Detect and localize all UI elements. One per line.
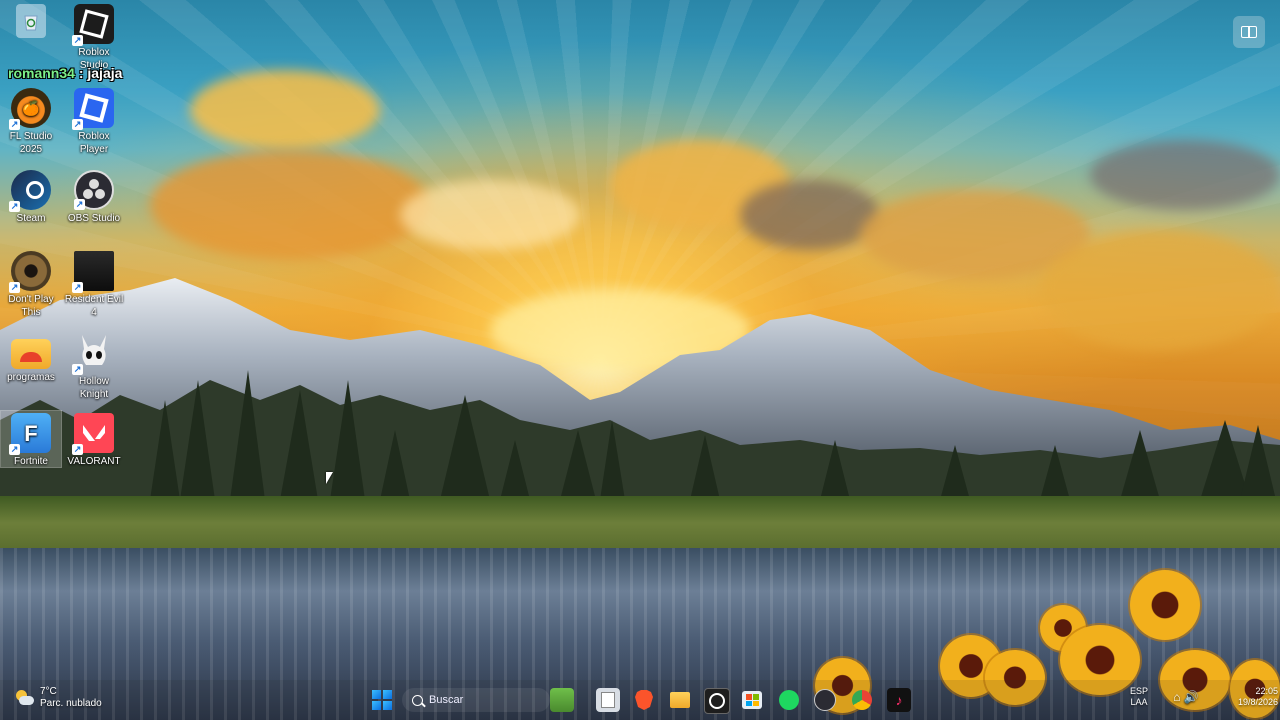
mountains bbox=[0, 278, 1280, 500]
desktop-icon-hollow-knight[interactable]: ↗ Hollow Knight bbox=[64, 331, 124, 401]
tiktok-icon[interactable]: ♪ bbox=[887, 688, 911, 712]
chat-message: jajaja bbox=[87, 65, 123, 81]
valorant-icon: ↗ bbox=[72, 413, 114, 455]
desktop-wallpaper bbox=[0, 0, 1280, 720]
chatgpt-icon[interactable] bbox=[704, 688, 730, 714]
start-button[interactable] bbox=[370, 688, 394, 712]
language-indicator[interactable]: ESP LAA bbox=[1130, 686, 1148, 708]
obs-studio-icon: ↗ bbox=[74, 170, 114, 210]
fl-studio-icon: 🍊 ↗ bbox=[9, 88, 51, 130]
desktop-icon-steam[interactable]: ↗ Steam bbox=[1, 168, 61, 225]
clock-date: 19/8/2026 bbox=[1237, 697, 1278, 707]
resident-evil-4-icon: ↗ bbox=[72, 251, 114, 293]
desktop-icon-valorant[interactable]: ↗ VALORANT bbox=[64, 411, 124, 468]
brave-icon[interactable] bbox=[632, 688, 656, 712]
roblox-player-icon: ↗ bbox=[72, 88, 114, 130]
shortcut-arrow-icon: ↗ bbox=[72, 444, 83, 455]
steam-icon: ↗ bbox=[9, 170, 51, 212]
clock-time: 22:05 bbox=[1255, 686, 1278, 696]
clock[interactable]: 22:05 19/8/2026 bbox=[1218, 686, 1278, 708]
minecraft-icon[interactable] bbox=[550, 688, 574, 712]
desktop-icon-roblox-player[interactable]: ↗ Roblox Player bbox=[64, 86, 124, 156]
weather-condition: Parc. nublado bbox=[40, 698, 102, 709]
stream-chat-overlay: romann34 : jajaja bbox=[8, 65, 122, 81]
shortcut-arrow-icon: ↗ bbox=[72, 119, 83, 130]
window-layout-icon bbox=[1241, 26, 1257, 38]
obs-icon[interactable] bbox=[813, 688, 837, 712]
desktop-icon-fortnite[interactable]: F ↗ Fortnite bbox=[0, 410, 62, 468]
file-explorer-icon[interactable] bbox=[596, 688, 620, 712]
desktop-corner-button[interactable] bbox=[1233, 16, 1265, 48]
network-volume-icons[interactable]: ⌂ 🔊 bbox=[1166, 691, 1206, 703]
start-icon bbox=[372, 690, 392, 710]
taskbar: 7°C Parc. nublado Buscar ♪ ESP LAA ⌂ 🔊 2… bbox=[0, 680, 1280, 720]
search-icon bbox=[412, 694, 423, 706]
spotify-icon[interactable] bbox=[777, 688, 801, 712]
shortcut-arrow-icon: ↗ bbox=[72, 364, 83, 375]
desktop-icon-fl-studio[interactable]: 🍊 ↗ FL Studio 2025 bbox=[1, 86, 61, 156]
desktop-icon-resident-evil-4[interactable]: ↗ Resident Evil 4 bbox=[64, 249, 124, 319]
folder-icon bbox=[11, 339, 51, 369]
desktop-icon-roblox-studio[interactable]: ↗ Roblox Studio bbox=[64, 2, 124, 72]
desktop-icon-dont-play-this[interactable]: ↗ Don't Play This bbox=[1, 249, 61, 319]
chat-separator: : bbox=[78, 65, 84, 81]
shortcut-arrow-icon: ↗ bbox=[9, 119, 20, 130]
desktop-icon-obs-studio[interactable]: ↗ OBS Studio bbox=[64, 168, 124, 225]
shortcut-arrow-icon: ↗ bbox=[72, 35, 83, 46]
search-placeholder: Buscar bbox=[429, 694, 464, 706]
weather-widget[interactable]: 7°C Parc. nublado bbox=[14, 686, 102, 710]
microsoft-store-icon[interactable] bbox=[740, 688, 764, 712]
dont-play-this-icon: ↗ bbox=[9, 251, 51, 293]
recycle-bin-icon bbox=[16, 4, 46, 38]
desktop-icon-programas[interactable]: programas bbox=[1, 331, 61, 384]
roblox-studio-icon: ↗ bbox=[72, 4, 114, 46]
shortcut-arrow-icon: ↗ bbox=[9, 444, 20, 455]
mouse-cursor-icon bbox=[326, 472, 333, 484]
shortcut-arrow-icon: ↗ bbox=[9, 201, 20, 212]
shortcut-arrow-icon: ↗ bbox=[9, 282, 20, 293]
chrome-icon[interactable] bbox=[850, 688, 874, 712]
weather-temperature: 7°C bbox=[40, 686, 57, 697]
chat-username: romann34 bbox=[8, 65, 75, 81]
shortcut-arrow-icon: ↗ bbox=[74, 199, 85, 210]
fortnite-icon: F ↗ bbox=[9, 413, 51, 455]
shortcut-arrow-icon: ↗ bbox=[72, 282, 83, 293]
desktop-icon-recycle-bin[interactable] bbox=[1, 2, 61, 40]
partly-cloudy-icon bbox=[14, 690, 34, 706]
hollow-knight-icon: ↗ bbox=[72, 333, 114, 375]
taskbar-search[interactable]: Buscar bbox=[402, 688, 550, 712]
folder-icon[interactable] bbox=[668, 688, 692, 712]
